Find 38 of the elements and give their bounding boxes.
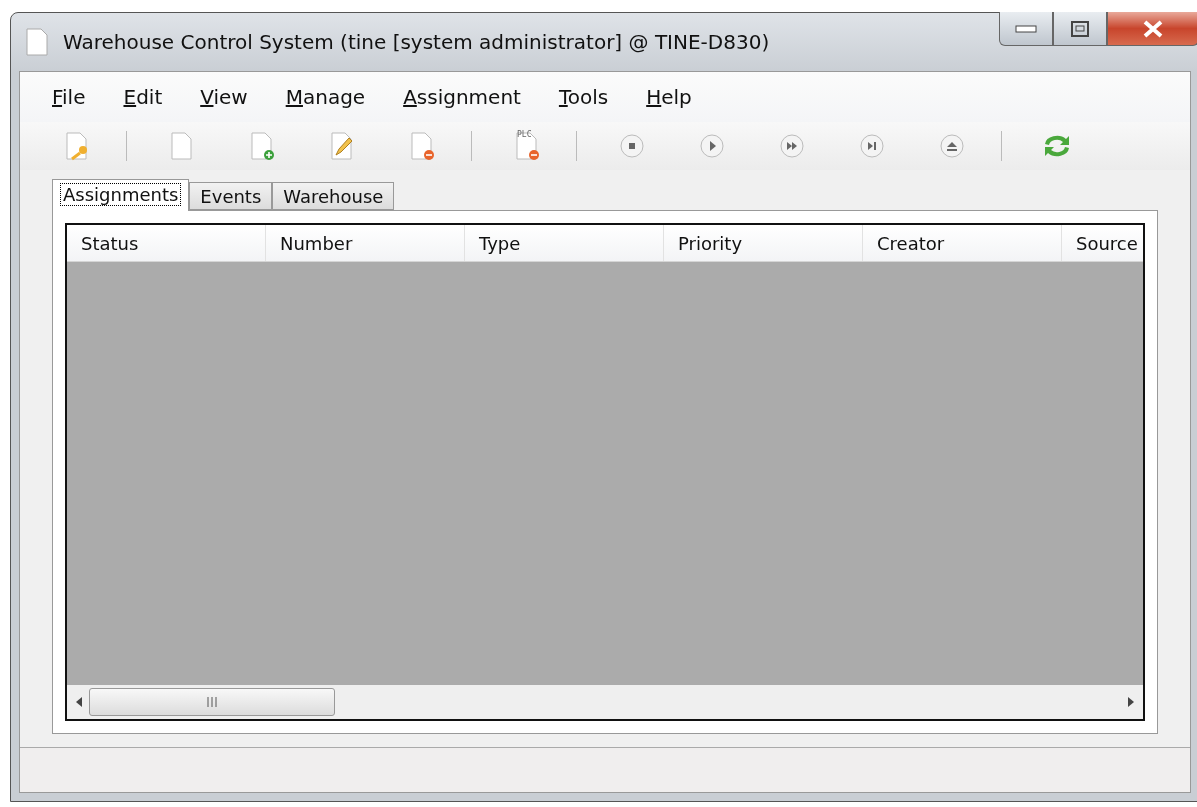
document-minus-icon: [513, 131, 541, 161]
window-title: Warehouse Control System (tine [system administrator] @ TINE-D830): [63, 30, 770, 54]
tab[interactable]: Warehouse: [272, 182, 395, 210]
column-header[interactable]: Creator: [863, 225, 1062, 261]
minimize-button[interactable]: [999, 12, 1053, 46]
stop-icon: [619, 133, 645, 159]
horizontal-scrollbar[interactable]: [67, 685, 1143, 719]
menu-item[interactable]: Tools: [558, 85, 609, 109]
menu-item[interactable]: View: [200, 85, 248, 109]
menu-item[interactable]: Edit: [123, 85, 163, 109]
minimize-icon: [1015, 24, 1037, 33]
scroll-right-icon[interactable]: [1127, 696, 1135, 708]
column-header[interactable]: Number: [266, 225, 465, 261]
close-icon: [1142, 19, 1164, 38]
document-icon: [25, 28, 49, 56]
fast-forward-icon: [779, 133, 805, 159]
grip-icon: [207, 697, 217, 707]
document-plus-icon: [248, 131, 276, 161]
skip-forward-icon: [859, 133, 885, 159]
plc-remove-button[interactable]: PLC: [502, 126, 552, 166]
menu-item[interactable]: Help: [646, 85, 692, 109]
close-button[interactable]: [1107, 12, 1197, 46]
menu-item[interactable]: File: [52, 85, 86, 109]
scroll-left-icon[interactable]: [75, 696, 83, 708]
play-icon: [699, 133, 725, 159]
column-header[interactable]: Source: [1062, 225, 1143, 261]
maximize-button[interactable]: [1053, 12, 1107, 46]
tab[interactable]: Events: [189, 182, 273, 210]
menu-item[interactable]: Manage: [285, 85, 366, 109]
column-header[interactable]: Status: [67, 225, 266, 261]
tab[interactable]: Assignments: [52, 179, 190, 211]
maximize-icon: [1071, 20, 1089, 37]
column-header[interactable]: Priority: [664, 225, 863, 261]
scroll-thumb[interactable]: [89, 688, 335, 716]
column-header[interactable]: Type: [465, 225, 664, 261]
menu-item[interactable]: Assignment: [403, 85, 521, 109]
document-minus-icon: [408, 131, 436, 161]
eject-icon: [939, 133, 965, 159]
